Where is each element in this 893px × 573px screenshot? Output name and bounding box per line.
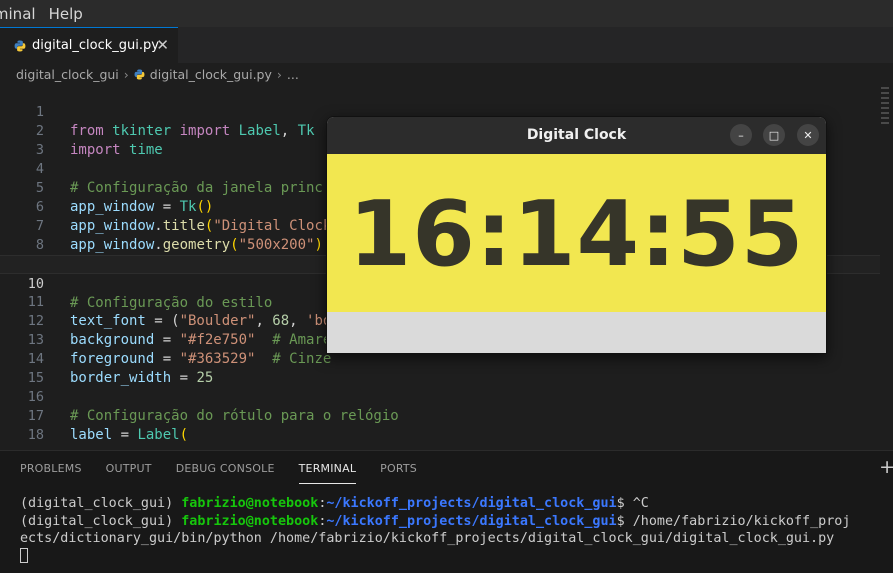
panel-tabs: PROBLEMS OUTPUT DEBUG CONSOLE TERMINAL P… <box>0 451 441 485</box>
bottom-panel: PROBLEMS OUTPUT DEBUG CONSOLE TERMINAL P… <box>0 450 893 573</box>
tab-problems[interactable]: PROBLEMS <box>20 462 82 475</box>
maximize-button[interactable]: □ <box>763 124 785 146</box>
menu-terminal[interactable]: rminal <box>0 5 36 23</box>
terminal-command-wrap: ects/dictionary_gui/bin/python /home/fab… <box>20 531 835 546</box>
terminal-user: fabrizio@notebook <box>181 513 319 529</box>
breadcrumb-folder[interactable]: digital_clock_gui <box>16 67 119 82</box>
tab-ports[interactable]: PORTS <box>380 462 417 475</box>
close-button[interactable]: ✕ <box>797 124 819 146</box>
tab-close-icon[interactable]: ✕ <box>156 36 169 54</box>
code-line: 19 ) <box>0 426 880 445</box>
new-terminal-plus-icon[interactable]: + <box>879 456 893 478</box>
tab-terminal[interactable]: TERMINAL <box>298 462 357 484</box>
code-line: 16 # Configuração do rótulo para o relóg… <box>0 369 880 424</box>
terminal-command: $ /home/fabrizio/kickoff_proj <box>616 513 851 529</box>
terminal-env: (digital_clock_gui) <box>20 513 182 529</box>
terminal-path: ~/kickoff_projects/digital_clock_gui <box>326 513 617 529</box>
breadcrumb: digital_clock_gui › digital_clock_gui.py… <box>16 64 299 84</box>
clock-label: 16:14:55 <box>327 154 826 312</box>
terminal-cursor <box>20 547 28 563</box>
menu-help[interactable]: Help <box>49 5 83 23</box>
window-titlebar[interactable]: Digital Clock – □ ✕ <box>327 117 826 154</box>
terminal-command: $ ^C <box>616 496 649 511</box>
terminal-output[interactable]: (digital_clock_gui) fabrizio@notebook:~/… <box>20 495 850 566</box>
tab-digital-clock-gui[interactable]: digital_clock_gui.py ✕ <box>0 27 178 63</box>
terminal-path: ~/kickoff_projects/digital_clock_gui <box>326 496 617 511</box>
code-line: 1 from tkinter import Label, Tk <box>0 84 880 139</box>
code-line: 18 app_window, font=text_font, bg=backgr… <box>0 407 880 443</box>
tab-output[interactable]: OUTPUT <box>106 462 152 475</box>
terminal-user: fabrizio@notebook <box>181 496 319 511</box>
chevron-right-icon: › <box>276 66 282 82</box>
minimize-button[interactable]: – <box>730 124 752 146</box>
menu-bar: rminal Help <box>0 0 893 27</box>
minimap[interactable] <box>877 84 893 164</box>
line-number: 19 <box>0 445 44 446</box>
tab-debug-console[interactable]: DEBUG CONSOLE <box>176 462 275 475</box>
tab-label: digital_clock_gui.py <box>32 38 159 53</box>
terminal-env: (digital_clock_gui) <box>20 496 182 511</box>
digital-clock-window[interactable]: Digital Clock – □ ✕ 16:14:55 <box>326 116 827 354</box>
breadcrumb-file[interactable]: digital_clock_gui.py <box>150 67 272 82</box>
clock-time: 16:14:55 <box>348 181 805 287</box>
python-file-icon <box>14 40 26 51</box>
python-file-icon <box>134 68 145 80</box>
code-line: 17 label = Label( <box>0 388 880 443</box>
chevron-right-icon: › <box>123 66 129 82</box>
editor-tab-bar: digital_clock_gui.py ✕ <box>0 27 893 63</box>
breadcrumb-more[interactable]: ... <box>287 67 299 82</box>
